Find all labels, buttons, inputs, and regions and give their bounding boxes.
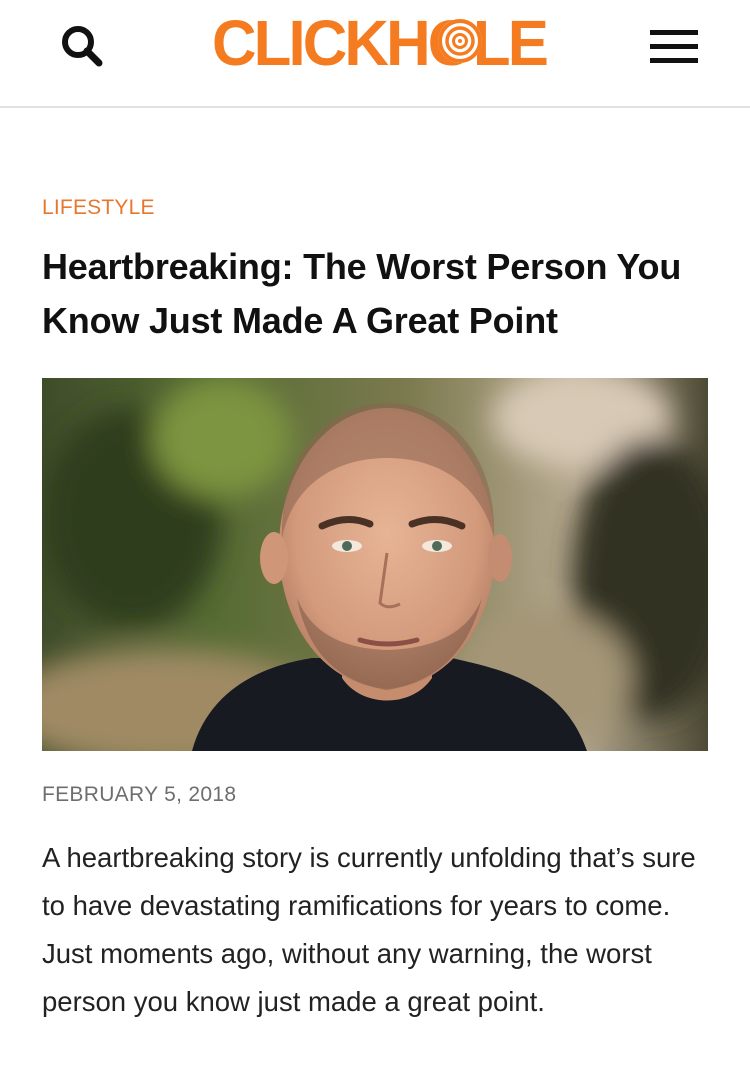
publish-date: FEBRUARY 5, 2018	[42, 783, 237, 806]
search-button[interactable]	[56, 22, 108, 70]
clickhole-logo[interactable]: CLICKHOLE	[210, 7, 550, 79]
search-icon	[62, 26, 103, 67]
logo-graphic: CLICKHOLE	[212, 7, 550, 79]
site-header: CLICKHOLE	[0, 0, 750, 108]
article-header: LIFESTYLE Heartbreaking: The Worst Perso…	[42, 190, 708, 348]
article-body: A heartbreaking story is currently unfol…	[42, 842, 696, 1017]
logo-text: CLICKHOLE	[212, 10, 547, 74]
hero-photo	[42, 378, 708, 751]
hero-image	[42, 378, 708, 751]
category-link[interactable]: LIFESTYLE	[42, 190, 708, 226]
menu-button[interactable]	[646, 24, 702, 68]
article-title: Heartbreaking: The Worst Person You Know…	[42, 246, 682, 341]
logo-spiral-icon	[438, 19, 482, 63]
